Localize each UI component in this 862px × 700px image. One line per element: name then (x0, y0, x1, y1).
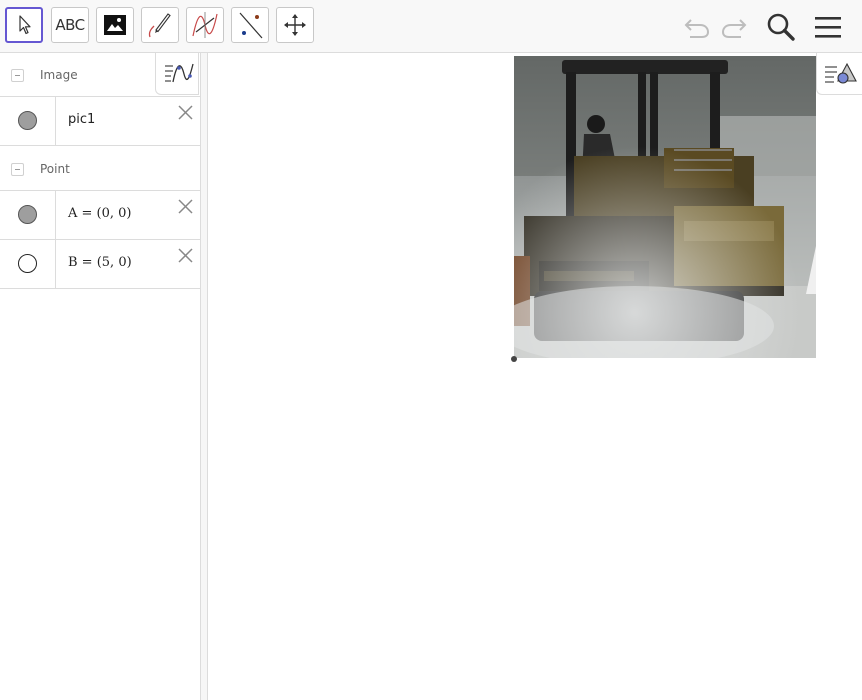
collapse-toggle[interactable] (11, 69, 24, 82)
move-graphics-view-tool-button[interactable] (276, 7, 314, 43)
marble-cell (0, 97, 56, 145)
undo-icon (684, 19, 710, 38)
menu-icon (815, 17, 841, 38)
function-icon (192, 12, 218, 38)
group-label: Point (40, 162, 70, 176)
algebra-item-text[interactable]: pic1 (68, 112, 95, 127)
pen-icon (148, 13, 171, 38)
group-header-point: Point (0, 147, 200, 191)
main-menu-button[interactable] (811, 10, 845, 44)
cursor-arrow-icon (19, 15, 31, 35)
marble-cell (0, 191, 56, 239)
point-on-line-tool-button[interactable] (231, 7, 269, 43)
style-bar-toggle-button[interactable] (816, 53, 862, 95)
algebra-row-point-a[interactable]: A = (0, 0) (0, 191, 200, 240)
algebra-item-text[interactable]: B = (5, 0) (68, 255, 132, 270)
image-tool-button[interactable] (96, 7, 134, 43)
close-icon[interactable] (177, 198, 194, 215)
algebra-row-point-b[interactable]: B = (5, 0) (0, 240, 200, 289)
collapse-toggle[interactable] (11, 163, 24, 176)
visibility-marble[interactable] (18, 254, 37, 273)
style-bar-icon (825, 62, 857, 84)
visibility-marble[interactable] (18, 111, 37, 130)
road-roller-photo (514, 56, 816, 358)
point-a[interactable] (511, 356, 517, 362)
marble-cell (0, 240, 56, 288)
pic1-image[interactable] (514, 56, 816, 358)
text-tool-label: ABC (55, 16, 85, 34)
text-tool-button[interactable]: ABC (51, 7, 89, 43)
pen-tool-button[interactable] (141, 7, 179, 43)
redo-button[interactable] (717, 10, 751, 44)
close-icon[interactable] (177, 104, 194, 121)
function-inspector-tool-button[interactable] (186, 7, 224, 43)
image-icon (104, 15, 126, 35)
group-label: Image (40, 68, 78, 82)
visibility-marble[interactable] (18, 205, 37, 224)
algebra-item-text[interactable]: A = (0, 0) (68, 206, 132, 221)
move-tool-button[interactable] (5, 7, 43, 43)
algebra-view: Image pic1 Point A = (0, 0) B = (5, 0) (0, 53, 201, 700)
search-button[interactable] (764, 10, 798, 44)
graphing-icon (165, 63, 194, 83)
close-icon[interactable] (177, 247, 194, 264)
point-line-icon (239, 12, 263, 39)
graphics-view-toggle-button[interactable] (155, 53, 199, 95)
algebra-row-pic1[interactable]: pic1 (0, 97, 200, 146)
move-arrows-icon (284, 14, 306, 36)
redo-icon (721, 19, 747, 38)
toolbar: ABC (0, 0, 862, 53)
search-icon (767, 13, 795, 41)
undo-button[interactable] (680, 10, 714, 44)
view-divider[interactable] (201, 53, 208, 700)
